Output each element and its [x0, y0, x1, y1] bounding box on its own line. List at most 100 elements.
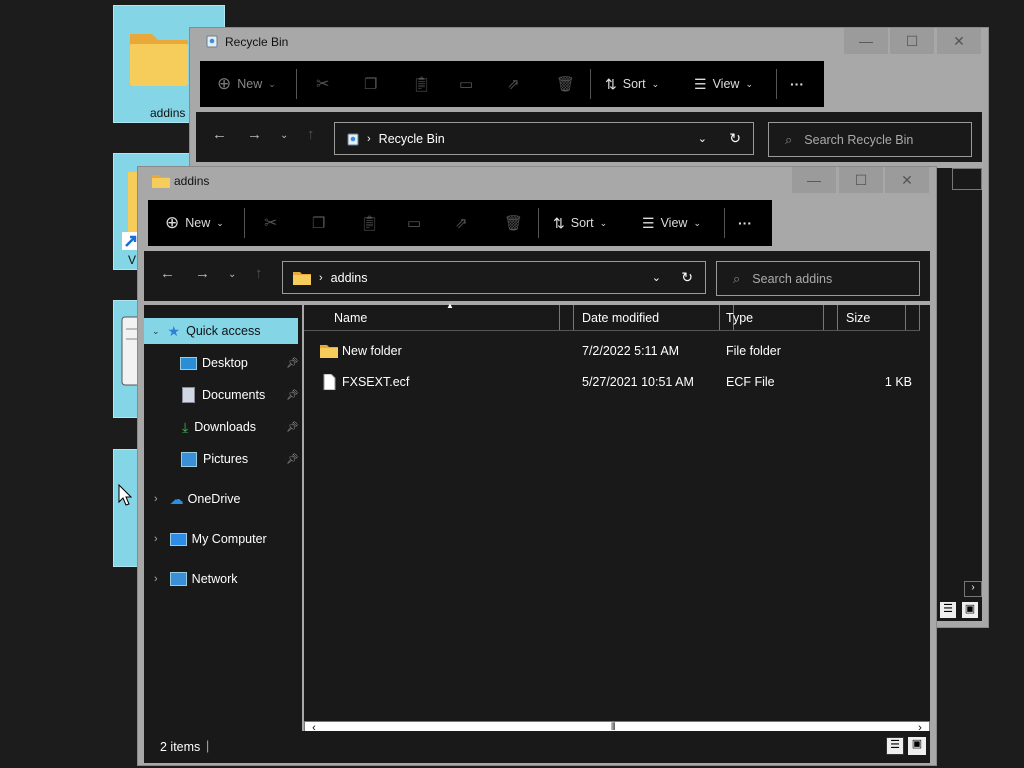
- sidebar-item-label: Network: [191, 572, 238, 586]
- close-button[interactable]: ✕: [885, 167, 929, 193]
- close-button[interactable]: ✕: [937, 28, 981, 54]
- sidebar-item-documents[interactable]: Documents 📌︎: [144, 382, 299, 408]
- navigation-pane: ⌄ ★ Quick access Desktop 📌︎ Documents 📌︎…: [144, 305, 302, 733]
- chevron-right-icon: ›: [154, 573, 158, 585]
- sort-button[interactable]: ⇅ Sort ⌄: [605, 61, 659, 107]
- sidebar-item-desktop[interactable]: Desktop 📌︎: [144, 350, 299, 376]
- sidebar-item-pictures[interactable]: Pictures 📌︎: [144, 446, 299, 472]
- copy-button[interactable]: ❐: [312, 200, 325, 246]
- sidebar-item-network[interactable]: › Network: [144, 566, 298, 592]
- minimize-button[interactable]: —: [844, 28, 888, 54]
- sidebar-item-label: Downloads: [194, 420, 257, 434]
- search-placeholder: Search Recycle Bin: [804, 132, 914, 147]
- horizontal-scrollbar-right-arrow[interactable]: ›: [964, 581, 982, 597]
- status-divider: |: [206, 739, 210, 753]
- delete-button[interactable]: 🗑︎: [504, 200, 523, 246]
- more-options-button[interactable]: ···: [790, 61, 804, 107]
- network-icon: [169, 572, 187, 586]
- chevron-down-icon: ⌄: [599, 217, 608, 228]
- column-label: Name: [334, 310, 368, 325]
- sort-ascending-icon: ▲: [446, 301, 454, 310]
- recent-locations-chevron-icon[interactable]: ⌄: [228, 269, 236, 280]
- file-row[interactable]: New folder 7/2/2022 5:11 AM File folder: [320, 340, 920, 362]
- rename-button[interactable]: ▭: [407, 200, 421, 246]
- view-icon: ☰: [694, 75, 707, 92]
- more-options-button[interactable]: ···: [738, 200, 752, 246]
- view-button[interactable]: ☰ View ⌄: [694, 61, 753, 107]
- recycle-bin-icon: [347, 133, 359, 145]
- column-header-name[interactable]: Name: [304, 305, 560, 330]
- details-view-toggle-icon[interactable]: ☰: [886, 737, 904, 755]
- address-bar[interactable]: › Recycle Bin ⌄ ↻: [334, 122, 754, 155]
- maximize-button[interactable]: ☐: [890, 28, 934, 54]
- details-view-toggle-icon[interactable]: ☰: [940, 602, 956, 618]
- tiles-view-toggle-icon[interactable]: ▣: [908, 737, 926, 755]
- cut-button[interactable]: ✂: [316, 61, 329, 107]
- window-title: Recycle Bin: [225, 35, 289, 49]
- sort-label: Sort: [570, 216, 594, 230]
- address-dropdown-icon[interactable]: ⌄: [698, 132, 707, 145]
- folder-icon: [152, 175, 170, 188]
- new-button[interactable]: ⊕ New ⌄: [165, 200, 224, 246]
- title-bar[interactable]: addins — ☐ ✕: [138, 167, 936, 195]
- chevron-down-icon: ⌄: [268, 78, 276, 89]
- up-arrow-icon[interactable]: ↑: [255, 265, 263, 282]
- sidebar-item-label: Desktop: [202, 356, 248, 370]
- maximize-button[interactable]: ☐: [839, 167, 883, 193]
- title-bar[interactable]: Recycle Bin — ☐ ✕: [190, 28, 988, 56]
- sidebar-item-my-computer[interactable]: › My Computer: [144, 526, 298, 552]
- copy-icon: ❐: [312, 215, 326, 232]
- column-label: Date modified: [582, 310, 660, 325]
- paste-icon: 📋︎: [412, 76, 432, 93]
- copy-button[interactable]: ❐: [364, 61, 377, 107]
- chevron-right-icon: ›: [154, 533, 158, 545]
- column-header-type[interactable]: Type: [718, 305, 824, 330]
- share-button[interactable]: ⇗: [455, 200, 468, 246]
- addins-window[interactable]: addins — ☐ ✕ ⊕ New ⌄ ✂ ❐ 📋︎ ▭ ⇗ 🗑︎ ⇅ Sor…: [137, 166, 937, 766]
- view-button[interactable]: ☰ View ⌄: [642, 200, 701, 246]
- search-box[interactable]: ⌕ Search addins: [716, 261, 920, 296]
- minimize-button[interactable]: —: [792, 167, 836, 193]
- paste-button[interactable]: 📋︎: [360, 200, 379, 246]
- file-row[interactable]: FXSEXT.ecf 5/27/2021 10:51 AM ECF File 1…: [320, 371, 920, 393]
- back-arrow-icon[interactable]: ←: [160, 265, 175, 282]
- forward-arrow-icon[interactable]: →: [247, 126, 262, 143]
- new-label: New: [185, 216, 211, 230]
- column-header-splitter[interactable]: [560, 305, 574, 330]
- delete-button[interactable]: 🗑︎: [556, 61, 575, 107]
- new-button[interactable]: ⊕ New ⌄: [217, 61, 276, 107]
- tiles-view-toggle-icon[interactable]: ▣: [962, 602, 978, 618]
- chevron-down-icon: ⌄: [693, 217, 701, 228]
- refresh-icon[interactable]: ↻: [729, 130, 741, 147]
- search-box[interactable]: ⌕ Search Recycle Bin: [768, 122, 972, 157]
- back-arrow-icon[interactable]: ←: [212, 126, 227, 143]
- paste-button[interactable]: 📋︎: [412, 61, 431, 107]
- search-icon: ⌕: [785, 131, 793, 147]
- rename-button[interactable]: ▭: [459, 61, 473, 107]
- column-header-splitter[interactable]: [906, 305, 920, 330]
- sidebar-item-onedrive[interactable]: › ☁ OneDrive: [144, 486, 298, 512]
- breadcrumb-location[interactable]: Recycle Bin: [379, 132, 445, 146]
- new-label: New: [237, 77, 263, 91]
- chevron-right-icon: ›: [154, 493, 158, 505]
- sidebar-item-downloads[interactable]: ⤓ Downloads 📌︎: [144, 414, 299, 440]
- share-button[interactable]: ⇗: [507, 61, 520, 107]
- column-label: Size: [846, 310, 871, 325]
- column-header-size[interactable]: Size: [838, 305, 906, 330]
- address-bar[interactable]: › addins ⌄ ↻: [282, 261, 706, 294]
- chevron-down-icon: ⌄: [216, 217, 224, 228]
- refresh-icon[interactable]: ↻: [681, 269, 693, 286]
- forward-arrow-icon[interactable]: →: [195, 265, 210, 282]
- file-date: 5/27/2021 10:51 AM: [582, 375, 694, 389]
- sort-button[interactable]: ⇅ Sort ⌄: [553, 200, 607, 246]
- breadcrumb-location[interactable]: addins: [331, 271, 368, 285]
- address-dropdown-icon[interactable]: ⌄: [652, 271, 661, 284]
- column-header-splitter[interactable]: [824, 305, 838, 330]
- column-header-date-modified[interactable]: Date modified: [574, 305, 720, 330]
- chevron-down-icon: ⌄: [651, 78, 660, 89]
- cut-button[interactable]: ✂: [264, 200, 277, 246]
- sidebar-item-quick-access[interactable]: ⌄ ★ Quick access: [144, 318, 298, 344]
- up-arrow-icon[interactable]: ↑: [307, 126, 315, 143]
- recent-locations-chevron-icon[interactable]: ⌄: [280, 130, 288, 141]
- scissors-icon: ✂: [316, 76, 330, 93]
